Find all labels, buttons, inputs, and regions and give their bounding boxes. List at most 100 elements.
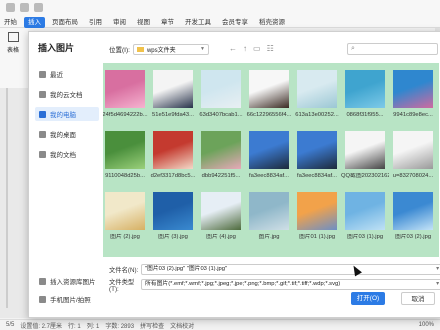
- file-thumbnail[interactable]: 9110048d25b...: [103, 128, 149, 188]
- chevron-down-icon[interactable]: ▾: [436, 280, 439, 289]
- file-thumbnail[interactable]: 63d3407bcab1...: [197, 67, 245, 127]
- view-mode-icon[interactable]: ☷: [267, 44, 274, 53]
- image-preview: [201, 192, 241, 230]
- sidebar-item-label: 我的文档: [50, 152, 76, 159]
- file-thumbnail[interactable]: 66c12296556f4...: [245, 67, 293, 127]
- image-preview: [249, 70, 289, 108]
- column-indicator: 列: 1: [86, 323, 100, 330]
- image-preview: [393, 131, 433, 169]
- cloud-icon: [39, 90, 46, 98]
- file-thumbnail[interactable]: fa3eec8834af...: [293, 128, 341, 188]
- vertical-ruler: [6, 88, 8, 308]
- menu-tab[interactable]: 页面布局: [48, 17, 82, 28]
- file-thumbnail[interactable]: dbb942251f5...: [197, 128, 245, 188]
- sidebar-item-label: 我的云文档: [50, 92, 83, 99]
- menu-icon[interactable]: [6, 3, 15, 12]
- folder-icon: [136, 46, 144, 52]
- ribbon-left: 表格: [0, 28, 28, 88]
- menu-tab[interactable]: 审阅: [109, 17, 130, 28]
- file-thumbnail[interactable]: 0868f31f955...: [341, 67, 389, 127]
- app-menubar: 开始 插入 页面布局 引用 审阅 视图 章节 开发工具 会员专享 稻壳资源: [0, 0, 440, 28]
- menu-tab[interactable]: 开始: [0, 17, 21, 28]
- save-icon[interactable]: [20, 3, 29, 12]
- file-thumbnail[interactable]: 613a13e00252...: [293, 67, 341, 127]
- menu-tab[interactable]: 会员专享: [218, 17, 252, 28]
- menu-tab[interactable]: 章节: [157, 17, 178, 28]
- phone-icon: [39, 295, 46, 303]
- location-bar: 位置(I): wps文件夹 ▼: [109, 43, 209, 55]
- file-name: 图片 (2).jpg: [110, 234, 140, 240]
- file-name: 图片 (4).jpg: [206, 234, 236, 240]
- open-button[interactable]: 打开(O): [351, 292, 385, 305]
- menu-tab[interactable]: 稻壳资源: [255, 17, 289, 28]
- image-library-icon: [39, 277, 46, 285]
- menu-tab[interactable]: 引用: [85, 17, 106, 28]
- filetype-select[interactable]: 所有图片(*.emf;*.wmf;*.jpg;*.jpeg;*.jpe;*.pn…: [141, 279, 440, 290]
- file-name: QQ截图20230216211...: [341, 173, 389, 179]
- file-thumbnail[interactable]: 图片03 (1).jpg: [341, 189, 389, 249]
- undo-icon[interactable]: [34, 3, 43, 12]
- chevron-down-icon[interactable]: ▾: [436, 265, 439, 274]
- spell-check-toggle[interactable]: 拼写检查: [140, 321, 164, 330]
- image-preview: [249, 192, 289, 230]
- sidebar-bottom-item[interactable]: 插入资源库图片: [35, 274, 99, 288]
- file-thumbnail[interactable]: 9941c89e8ec...: [389, 67, 437, 127]
- filename-value: "图片03 (2).jpg" "图片03 (1).jpg": [145, 266, 228, 272]
- menu-tab[interactable]: 开发工具: [181, 17, 215, 28]
- sidebar-item[interactable]: 我的桌面: [35, 127, 99, 141]
- menu-tabs: 开始 插入 页面布局 引用 审阅 视图 章节 开发工具 会员专享 稻壳资源: [0, 16, 292, 28]
- sidebar-item[interactable]: 我的电脑: [35, 107, 99, 121]
- image-preview: [153, 70, 193, 108]
- sidebar-bottom-item[interactable]: 手机图片/拍照: [35, 292, 99, 306]
- table-icon[interactable]: [8, 32, 19, 42]
- back-icon[interactable]: ←: [229, 44, 237, 53]
- file-thumbnail[interactable]: fa3eec8834af...: [245, 128, 293, 188]
- file-name: 24f5d4694222b...: [103, 112, 148, 118]
- file-name: d2ef3317d8bc5...: [150, 173, 196, 179]
- sidebar-item[interactable]: 我的文档: [35, 147, 99, 161]
- page-indicator: 5/5: [6, 322, 15, 328]
- file-thumbnail[interactable]: 图片01 (1).jpg: [293, 189, 341, 249]
- up-folder-icon[interactable]: ↑: [243, 44, 247, 53]
- file-thumbnail[interactable]: QQ截图20230216211...: [341, 128, 389, 188]
- file-thumbnail[interactable]: u=832708024...: [389, 128, 437, 188]
- zoom-level[interactable]: 100%: [419, 322, 434, 328]
- file-thumbnail[interactable]: 24f5d4694222b...: [103, 67, 149, 127]
- new-folder-icon[interactable]: ▭: [253, 44, 261, 53]
- file-thumbnail[interactable]: 图片.jpg: [245, 189, 293, 249]
- sidebar-item[interactable]: 最近: [35, 67, 99, 81]
- search-input[interactable]: ⌕: [347, 43, 438, 55]
- sidebar-item[interactable]: 我的云文档: [35, 87, 99, 101]
- file-thumbnail[interactable]: 图片 (4).jpg: [197, 189, 245, 249]
- image-preview: [345, 131, 385, 169]
- image-preview: [345, 70, 385, 108]
- image-preview: [393, 70, 433, 108]
- location-dropdown[interactable]: wps文件夹 ▼: [132, 43, 209, 55]
- location-label: 位置(I):: [109, 47, 130, 54]
- sidebar-item-label: 插入资源库图片: [50, 279, 96, 286]
- table-label[interactable]: 表格: [7, 45, 19, 54]
- sidebar-item-label: 我的电脑: [50, 112, 76, 119]
- file-name: 图片01 (1).jpg: [298, 234, 336, 240]
- computer-icon: [39, 110, 46, 118]
- filename-input[interactable]: "图片03 (2).jpg" "图片03 (1).jpg" ▾: [141, 264, 440, 275]
- proofread-toggle[interactable]: 文档校对: [170, 321, 194, 330]
- image-preview: [105, 131, 145, 169]
- cancel-button[interactable]: 取消: [401, 292, 435, 305]
- file-name: 9941c89e8ec...: [393, 112, 433, 118]
- file-thumbnail[interactable]: 51e51e9fda43...: [149, 67, 197, 127]
- menu-tab[interactable]: 插入: [24, 16, 45, 28]
- file-name: 51e51e9fda43...: [152, 112, 194, 118]
- file-thumbnail[interactable]: 图片 (3).jpg: [149, 189, 197, 249]
- filename-row: 文件名(N): "图片03 (2).jpg" "图片03 (1).jpg" ▾: [109, 264, 440, 275]
- file-thumbnail[interactable]: 图片03 (2).jpg: [389, 189, 437, 249]
- file-thumbnail[interactable]: 图片 (2).jpg: [103, 189, 149, 249]
- file-name: u=832708024...: [392, 173, 434, 179]
- file-thumbnail[interactable]: d2ef3317d8bc5...: [149, 128, 197, 188]
- file-name: 613a13e00252...: [295, 112, 339, 118]
- menu-tab[interactable]: 视图: [133, 17, 154, 28]
- chevron-down-icon: ▼: [200, 46, 205, 52]
- file-name: 63d3407bcab1...: [199, 112, 243, 118]
- location-value: wps文件夹: [146, 47, 176, 54]
- image-preview: [297, 70, 337, 108]
